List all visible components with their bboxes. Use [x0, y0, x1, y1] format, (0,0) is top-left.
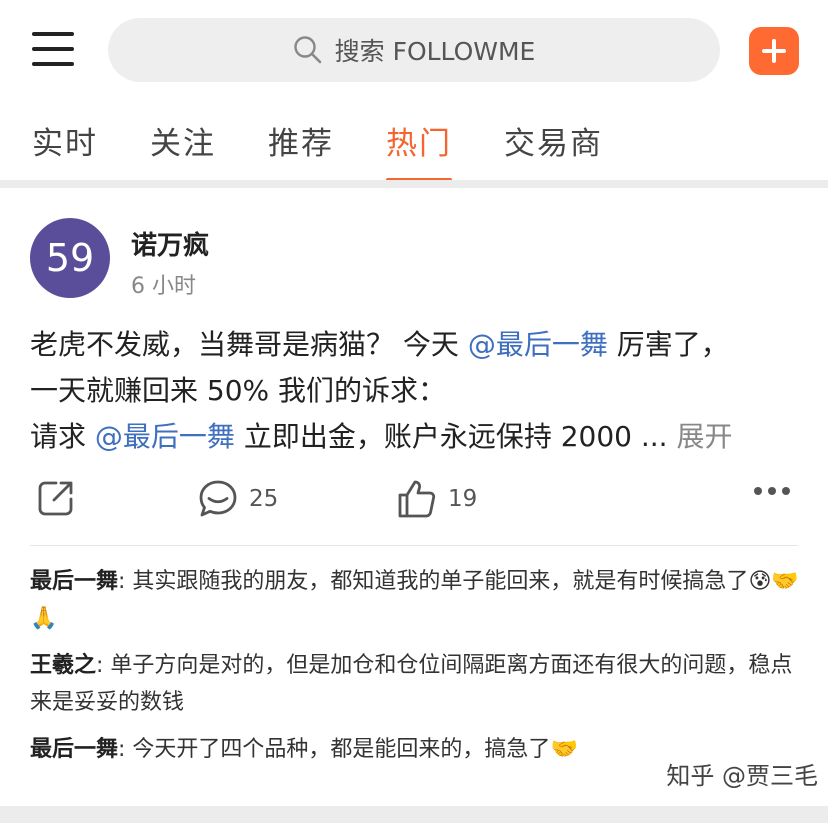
post-time: 6 小时 [131, 274, 196, 299]
like-count: 19 [448, 486, 478, 512]
tab-following[interactable]: 关注 [150, 118, 216, 163]
comment-item[interactable]: 王羲之: 单子方向是对的，但是加仓和仓位间隔距离方面还有很大的问题，稳点来是妥妥… [30, 647, 805, 721]
mention-link[interactable]: @最后一舞 [95, 420, 235, 453]
expand-link[interactable]: 展开 [676, 420, 732, 453]
section-divider [0, 806, 828, 823]
menu-button[interactable] [32, 30, 76, 68]
post-body: 老虎不发威，当舞哥是病猫？ 今天 @最后一舞 厉害了， 一天就赚回来 50% 我… [30, 322, 805, 460]
comment-text: : 其实跟随我的朋友，都知道我的单子能回来，就是有时候搞急了 [118, 569, 749, 594]
commenter-name[interactable]: 最后一舞 [30, 569, 118, 594]
comment-icon [199, 480, 237, 517]
comment-list: 最后一舞: 其实跟随我的朋友，都知道我的单子能回来，就是有时候搞急了😰🤝🙏 王羲… [30, 563, 805, 778]
thumbs-up-icon [398, 480, 436, 518]
emoji-group: 🤝 [550, 737, 578, 762]
menu-icon-bar [32, 62, 74, 66]
commenter-name[interactable]: 王羲之 [30, 653, 96, 678]
comment-text: : 今天开了四个品种，都是能回来的，搞急了 [118, 737, 551, 762]
more-options-button[interactable] [752, 484, 802, 498]
comment-item[interactable]: 最后一舞: 其实跟随我的朋友，都知道我的单子能回来，就是有时候搞急了😰🤝🙏 [30, 563, 805, 637]
commenter-name[interactable]: 最后一舞 [30, 737, 118, 762]
search-icon [293, 36, 321, 64]
comment-button[interactable]: 25 [197, 478, 278, 520]
add-post-button[interactable] [749, 27, 799, 75]
mention-link[interactable]: @最后一舞 [468, 328, 608, 361]
tab-recommended[interactable]: 推荐 [268, 118, 334, 163]
comment-text: : 单子方向是对的，但是加仓和仓位间隔距离方面还有很大的问题，稳点来是妥妥的数钱 [30, 653, 793, 715]
comments-divider [30, 545, 798, 546]
more-icon [754, 487, 790, 495]
menu-icon-bar [32, 47, 74, 51]
tab-realtime[interactable]: 实时 [32, 118, 98, 163]
share-button[interactable] [36, 478, 86, 518]
section-divider [0, 180, 828, 188]
tab-hot[interactable]: 热门 [386, 118, 452, 183]
tab-bar: 实时 关注 推荐 热门 交易商 [0, 112, 828, 183]
tab-brokers[interactable]: 交易商 [504, 118, 603, 163]
watermark: 知乎 @贾三毛 [666, 762, 818, 790]
author-name[interactable]: 诺万疯 [131, 225, 209, 262]
post-line-2: 一天就赚回来 50% 我们的诉求： [30, 374, 447, 407]
avatar[interactable]: 59 [30, 218, 110, 298]
post-line-3: 请求 @最后一舞 立即出金，账户永远保持 2000 ... 展开 [30, 420, 733, 453]
post-line-1: 老虎不发威，当舞哥是病猫？ 今天 @最后一舞 厉害了， [30, 328, 729, 361]
comment-count: 25 [249, 486, 279, 512]
search-input[interactable]: 搜索 FOLLOWME [108, 18, 720, 82]
like-button[interactable]: 19 [396, 478, 477, 520]
share-icon [38, 481, 73, 516]
post-actions: 25 19 [0, 478, 828, 528]
search-placeholder: 搜索 FOLLOWME [334, 37, 536, 66]
menu-icon-bar [32, 32, 74, 36]
